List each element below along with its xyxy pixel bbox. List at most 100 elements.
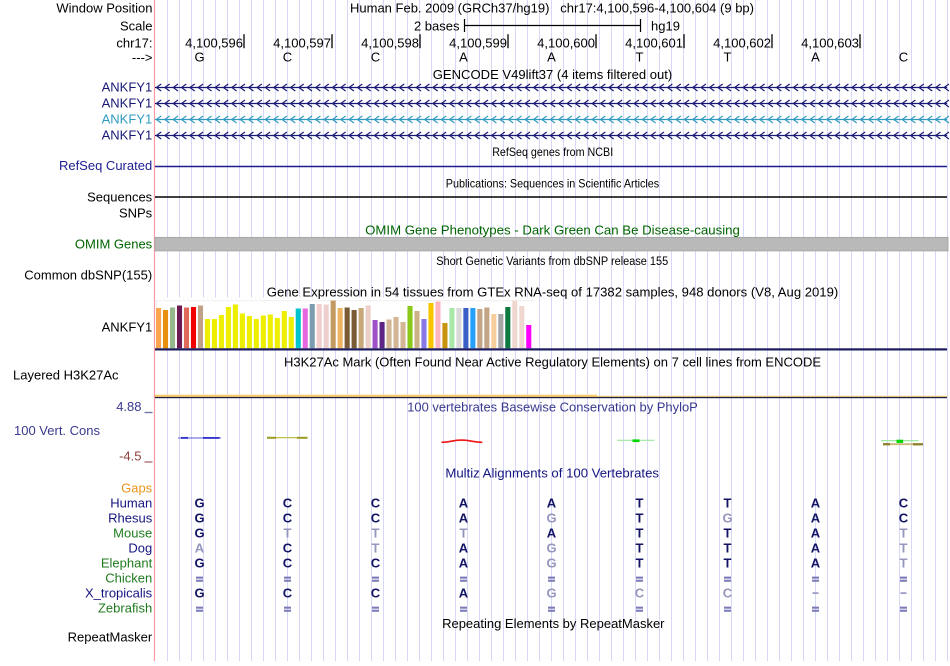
- svg-text:T: T: [900, 556, 908, 571]
- svg-text:A: A: [547, 49, 556, 64]
- svg-text:G: G: [194, 556, 204, 571]
- svg-text:OMIM Genes: OMIM Genes: [75, 237, 153, 252]
- svg-text:Gene Expression in 54 tissues: Gene Expression in 54 tissues from GTEx …: [267, 285, 839, 300]
- svg-text:100 Vert. Cons: 100 Vert. Cons: [14, 423, 100, 438]
- svg-text:A: A: [811, 496, 821, 511]
- svg-text:Common dbSNP(155): Common dbSNP(155): [24, 268, 152, 283]
- svg-text:4,100,596: 4,100,596: [185, 36, 243, 51]
- svg-text:Window Position: Window Position: [56, 1, 152, 16]
- svg-text:ANKFY1: ANKFY1: [102, 112, 153, 127]
- svg-text:G: G: [194, 511, 204, 526]
- svg-text:T: T: [724, 541, 732, 556]
- svg-text:Rhesus: Rhesus: [108, 511, 153, 526]
- svg-text:G: G: [546, 541, 556, 556]
- svg-text:C: C: [283, 49, 292, 64]
- svg-text:4.88: 4.88: [116, 399, 141, 414]
- svg-text:100 vertebrates Basewise Conse: 100 vertebrates Basewise Conservation by…: [407, 400, 698, 415]
- svg-text:T: T: [724, 49, 732, 64]
- svg-text:RepeatMasker: RepeatMasker: [68, 630, 153, 645]
- svg-text:C: C: [371, 586, 381, 601]
- svg-text:T: T: [636, 49, 644, 64]
- svg-text:Dog: Dog: [128, 541, 152, 556]
- svg-text:4,100,601: 4,100,601: [625, 36, 683, 51]
- svg-text:Human Feb. 2009 (GRCh37/hg19): Human Feb. 2009 (GRCh37/hg19) chr17:4,10…: [350, 1, 754, 16]
- svg-text:A: A: [547, 496, 557, 511]
- svg-text:4,100,599: 4,100,599: [449, 36, 507, 51]
- svg-text:A: A: [811, 511, 821, 526]
- svg-text:A: A: [459, 496, 469, 511]
- svg-text:G: G: [194, 586, 204, 601]
- svg-text:SNPs: SNPs: [119, 206, 153, 221]
- svg-text:G: G: [546, 511, 556, 526]
- svg-text:G: G: [546, 586, 556, 601]
- svg-text:4,100,600: 4,100,600: [537, 36, 595, 51]
- svg-text:C: C: [283, 541, 293, 556]
- svg-text:G: G: [722, 511, 732, 526]
- svg-text:4,100,602: 4,100,602: [713, 36, 771, 51]
- svg-text:A: A: [811, 556, 821, 571]
- svg-text:A: A: [811, 49, 820, 64]
- svg-text:RefSeq Curated: RefSeq Curated: [59, 158, 152, 173]
- svg-text:T: T: [900, 541, 908, 556]
- svg-text:ANKFY1: ANKFY1: [102, 320, 153, 335]
- svg-text:Chicken: Chicken: [105, 571, 152, 586]
- svg-text:Zebrafish: Zebrafish: [98, 601, 152, 616]
- svg-text:-4.5: -4.5: [119, 449, 141, 464]
- svg-text:C: C: [635, 586, 645, 601]
- svg-text:T: T: [636, 511, 644, 526]
- svg-text:4,100,603: 4,100,603: [801, 36, 859, 51]
- svg-text:Short Genetic Variants from db: Short Genetic Variants from dbSNP releas…: [436, 256, 668, 268]
- svg-text:C: C: [371, 511, 381, 526]
- svg-text:T: T: [636, 556, 644, 571]
- svg-text:ANKFY1: ANKFY1: [102, 128, 153, 143]
- svg-text:RefSeq genes from NCBI: RefSeq genes from NCBI: [492, 145, 613, 159]
- svg-text:T: T: [460, 526, 468, 541]
- svg-text:A: A: [547, 526, 557, 541]
- svg-text:Repeating Elements by RepeatMa: Repeating Elements by RepeatMasker: [442, 616, 665, 631]
- svg-text:A: A: [459, 541, 469, 556]
- svg-text:Layered H3K27Ac: Layered H3K27Ac: [13, 368, 119, 383]
- svg-text:T: T: [372, 526, 380, 541]
- svg-text:GENCODE V49lift37 (4 items fil: GENCODE V49lift37 (4 items filtered out): [433, 67, 673, 82]
- svg-text:Sequences: Sequences: [87, 190, 153, 205]
- svg-text:Human: Human: [110, 496, 152, 511]
- svg-text:G: G: [194, 496, 204, 511]
- svg-text:T: T: [636, 526, 644, 541]
- svg-text:Scale: Scale: [120, 19, 153, 34]
- svg-text:C: C: [899, 511, 909, 526]
- svg-text:C: C: [283, 496, 293, 511]
- svg-text:C: C: [899, 496, 909, 511]
- svg-text:ANKFY1: ANKFY1: [102, 96, 153, 111]
- svg-text:2 bases: 2 bases: [414, 19, 460, 34]
- svg-text:T: T: [636, 496, 644, 511]
- svg-text:--->: --->: [132, 50, 153, 65]
- svg-text:C: C: [371, 496, 381, 511]
- svg-text:T: T: [724, 526, 732, 541]
- svg-text:A: A: [459, 556, 469, 571]
- svg-text:C: C: [899, 49, 908, 64]
- svg-text:C: C: [371, 49, 380, 64]
- svg-text:A: A: [459, 49, 468, 64]
- svg-text:Mouse: Mouse: [113, 526, 152, 541]
- svg-text:A: A: [811, 541, 821, 556]
- svg-text:G: G: [194, 526, 204, 541]
- svg-text:4,100,598: 4,100,598: [361, 36, 419, 51]
- svg-text:C: C: [283, 556, 293, 571]
- svg-text:G: G: [194, 49, 204, 64]
- svg-text:G: G: [546, 556, 556, 571]
- svg-text:C: C: [723, 586, 733, 601]
- svg-text:Publications: Sequences in Sci: Publications: Sequences in Scientific Ar…: [446, 177, 659, 191]
- svg-text:Elephant: Elephant: [101, 556, 153, 571]
- svg-text:X_tropicalis: X_tropicalis: [85, 586, 153, 601]
- svg-text:T: T: [900, 526, 908, 541]
- svg-text:Gaps: Gaps: [121, 481, 153, 496]
- svg-text:T: T: [724, 556, 732, 571]
- svg-text:H3K27Ac Mark (Often Found Near: H3K27Ac Mark (Often Found Near Active Re…: [284, 355, 821, 370]
- svg-text:A: A: [811, 526, 821, 541]
- svg-text:T: T: [372, 541, 380, 556]
- svg-text:OMIM Gene Phenotypes - Dark Gr: OMIM Gene Phenotypes - Dark Green Can Be…: [365, 223, 740, 238]
- svg-text:A: A: [195, 541, 205, 556]
- svg-text:4,100,597: 4,100,597: [273, 36, 331, 51]
- svg-text:C: C: [283, 586, 293, 601]
- svg-text:T: T: [284, 526, 292, 541]
